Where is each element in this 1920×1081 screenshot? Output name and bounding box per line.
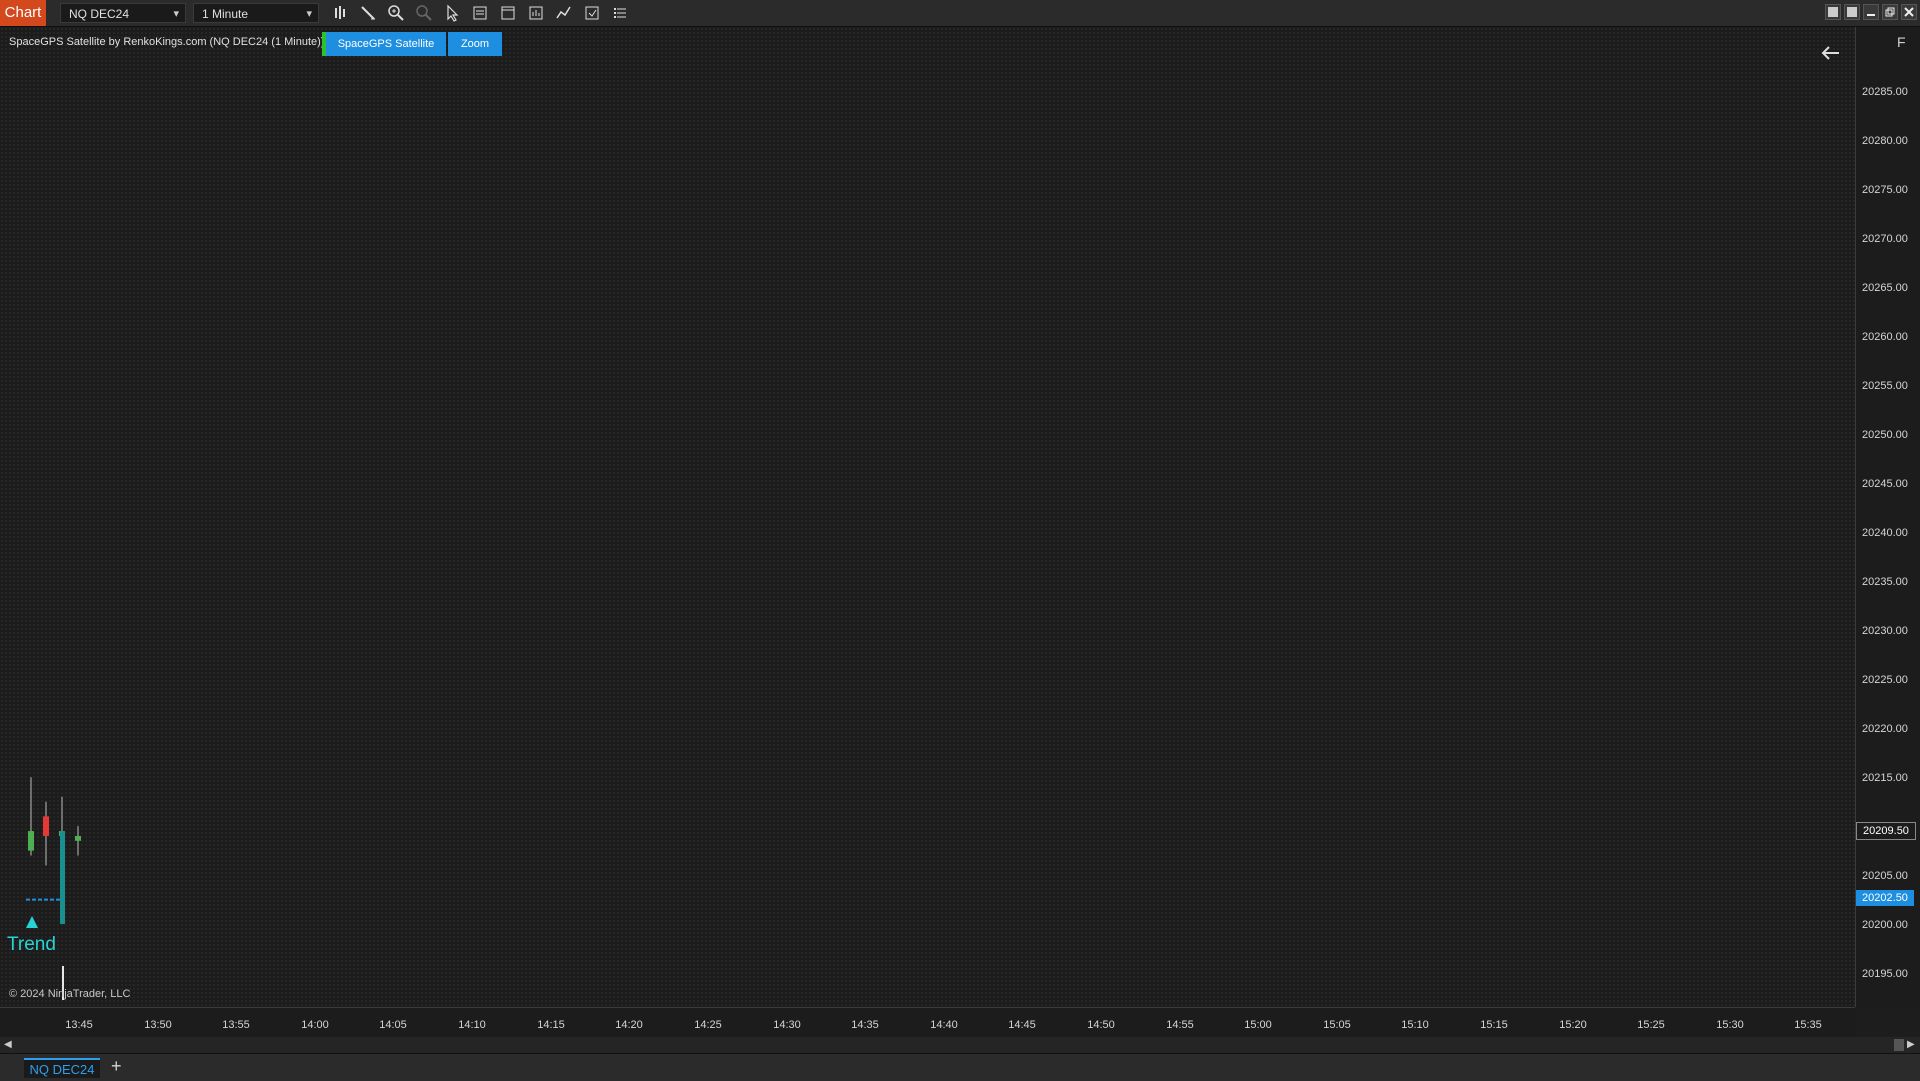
zoom-button[interactable]: Zoom bbox=[448, 32, 502, 56]
trend-price-badge: 20202.50 bbox=[1856, 890, 1914, 906]
bar-type-icon[interactable] bbox=[329, 3, 351, 23]
price-tick: 20280.00 bbox=[1862, 135, 1908, 147]
chart-title: SpaceGPS Satellite by RenkoKings.com (NQ… bbox=[9, 36, 325, 48]
price-tick: 20195.00 bbox=[1862, 968, 1908, 980]
time-tick: 13:50 bbox=[144, 1019, 172, 1031]
chevron-down-icon: ▾ bbox=[173, 8, 179, 20]
time-tick: 13:45 bbox=[65, 1019, 93, 1031]
price-tick: 20250.00 bbox=[1862, 429, 1908, 441]
back-arrow-icon[interactable] bbox=[1820, 42, 1842, 64]
price-tick: 20225.00 bbox=[1862, 674, 1908, 686]
chart-menu-button[interactable]: Chart bbox=[0, 0, 46, 26]
time-tick: 15:15 bbox=[1480, 1019, 1508, 1031]
time-tick: 15:35 bbox=[1794, 1019, 1822, 1031]
indicators-icon[interactable] bbox=[553, 3, 575, 23]
time-tick: 14:05 bbox=[379, 1019, 407, 1031]
price-tick: 20260.00 bbox=[1862, 331, 1908, 343]
time-tick: 14:50 bbox=[1087, 1019, 1115, 1031]
draw-tool-icon[interactable] bbox=[357, 3, 379, 23]
time-tick: 15:30 bbox=[1716, 1019, 1744, 1031]
tab-bar: NQ DEC24 + bbox=[0, 1053, 1920, 1081]
price-tick: 20205.00 bbox=[1862, 870, 1908, 882]
time-tick: 15:20 bbox=[1559, 1019, 1587, 1031]
time-tick: 15:25 bbox=[1637, 1019, 1665, 1031]
add-tab-button[interactable]: + bbox=[111, 1056, 122, 1077]
price-tick: 20240.00 bbox=[1862, 527, 1908, 539]
interval-selector[interactable]: 1 Minute ▾ bbox=[193, 3, 319, 23]
chart-trader-icon[interactable] bbox=[497, 3, 519, 23]
tab-nq-dec24[interactable]: NQ DEC24 bbox=[24, 1058, 100, 1078]
properties-icon[interactable] bbox=[525, 3, 547, 23]
chart-toolbar: Chart NQ DEC24 ▾ 1 Minute ▾ bbox=[0, 0, 1920, 27]
data-box-icon[interactable] bbox=[469, 3, 491, 23]
interval-value: 1 Minute bbox=[202, 7, 249, 21]
price-tick: 20270.00 bbox=[1862, 233, 1908, 245]
spacegps-satellite-button[interactable]: SpaceGPS Satellite bbox=[326, 32, 446, 56]
last-price-badge: 20209.50 bbox=[1856, 822, 1916, 840]
time-tick: 15:10 bbox=[1401, 1019, 1429, 1031]
time-tick: 14:30 bbox=[773, 1019, 801, 1031]
strategies-icon[interactable] bbox=[581, 3, 603, 23]
f-label[interactable]: F bbox=[1897, 34, 1906, 50]
price-tick: 20285.00 bbox=[1862, 86, 1908, 98]
time-tick: 15:05 bbox=[1323, 1019, 1351, 1031]
horizontal-scrollbar[interactable]: ◀ ▶ bbox=[0, 1037, 1920, 1053]
time-tick: 15:00 bbox=[1244, 1019, 1272, 1031]
chart-panel[interactable] bbox=[0, 27, 1855, 1007]
scroll-left-icon[interactable]: ◀ bbox=[4, 1039, 12, 1050]
instrument-selector[interactable]: NQ DEC24 ▾ bbox=[60, 3, 186, 23]
scroll-right-icon[interactable]: ▶ bbox=[1907, 1039, 1915, 1050]
time-tick: 14:00 bbox=[301, 1019, 329, 1031]
layout-icon[interactable] bbox=[1825, 4, 1841, 20]
pointer-icon[interactable] bbox=[441, 3, 463, 23]
price-tick: 20255.00 bbox=[1862, 380, 1908, 392]
zoom-in-icon[interactable] bbox=[385, 3, 407, 23]
price-tick: 20230.00 bbox=[1862, 625, 1908, 637]
time-tick: 14:25 bbox=[694, 1019, 722, 1031]
price-tick: 20275.00 bbox=[1862, 184, 1908, 196]
price-tick: 20235.00 bbox=[1862, 576, 1908, 588]
price-tick: 20220.00 bbox=[1862, 723, 1908, 735]
restore-icon[interactable] bbox=[1882, 4, 1898, 20]
time-tick: 14:10 bbox=[458, 1019, 486, 1031]
copyright-text: © 2024 NinjaTrader, LLC bbox=[9, 988, 131, 1000]
close-icon[interactable] bbox=[1901, 4, 1917, 20]
chevron-down-icon: ▾ bbox=[306, 8, 312, 20]
price-tick: 20215.00 bbox=[1862, 772, 1908, 784]
scroll-thumb[interactable] bbox=[1894, 1039, 1904, 1051]
time-tick: 14:20 bbox=[615, 1019, 643, 1031]
price-tick: 20265.00 bbox=[1862, 282, 1908, 294]
price-axis[interactable] bbox=[1855, 27, 1920, 1007]
minimize-icon[interactable] bbox=[1863, 4, 1879, 20]
object-list-icon[interactable] bbox=[609, 3, 631, 23]
time-tick: 14:55 bbox=[1166, 1019, 1194, 1031]
time-tick: 14:40 bbox=[930, 1019, 958, 1031]
zoom-out-icon[interactable] bbox=[413, 3, 435, 23]
time-tick: 14:35 bbox=[851, 1019, 879, 1031]
instrument-value: NQ DEC24 bbox=[69, 7, 130, 21]
time-tick: 13:55 bbox=[222, 1019, 250, 1031]
layout-alt-icon[interactable] bbox=[1844, 4, 1860, 20]
time-tick: 14:15 bbox=[537, 1019, 565, 1031]
price-tick: 20245.00 bbox=[1862, 478, 1908, 490]
time-tick: 14:45 bbox=[1008, 1019, 1036, 1031]
trend-label: Trend bbox=[7, 934, 56, 955]
price-tick: 20200.00 bbox=[1862, 919, 1908, 931]
